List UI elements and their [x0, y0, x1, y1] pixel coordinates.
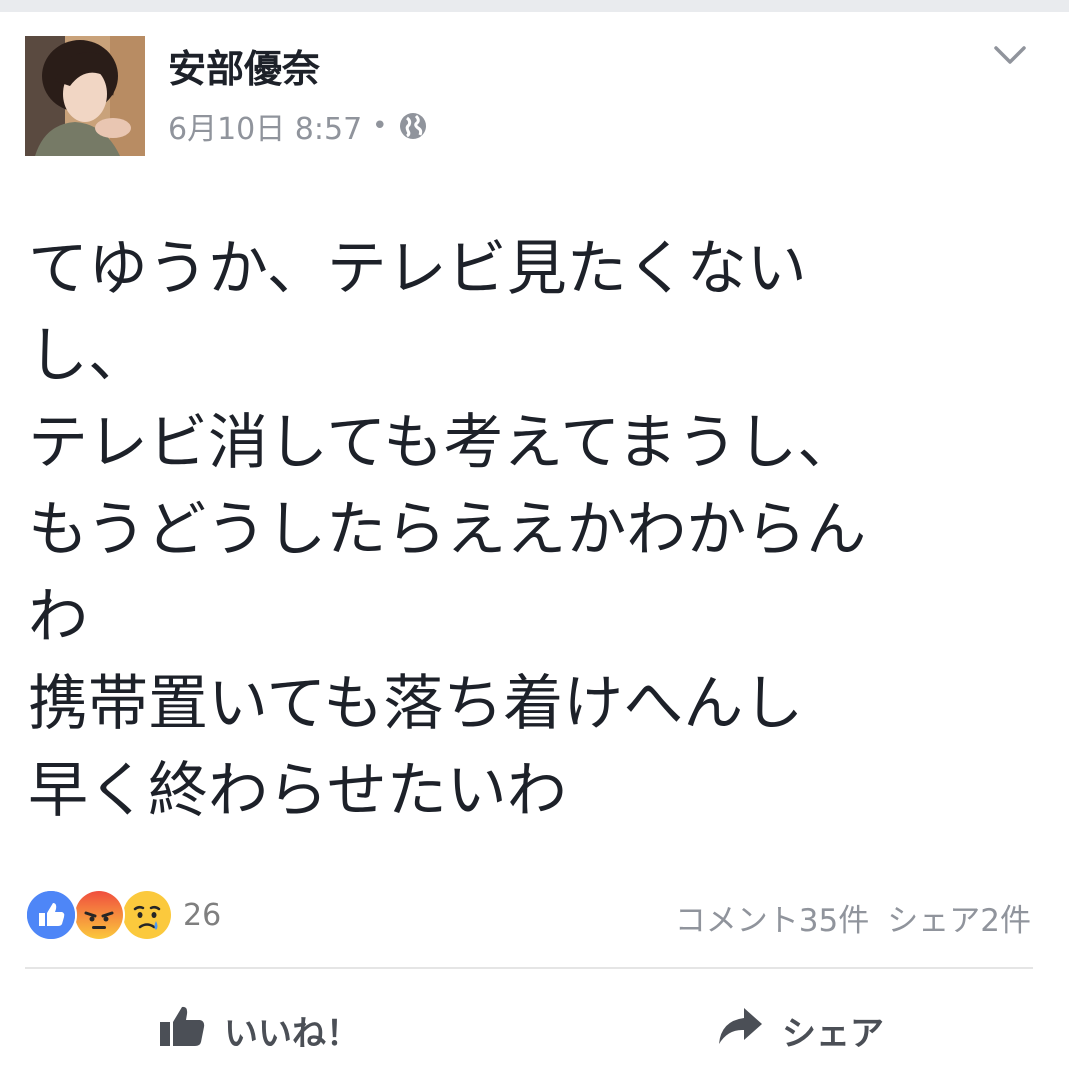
avatar[interactable] [25, 36, 145, 156]
divider [25, 967, 1033, 969]
sad-icon [121, 889, 173, 941]
reactions-summary[interactable]: 26 [25, 888, 221, 942]
like-button-label: いいね！ [224, 1013, 360, 1054]
top-border [0, 0, 1069, 12]
share-button[interactable]: シェア [716, 1000, 884, 1060]
meta-separator: • [372, 111, 388, 141]
like-button[interactable]: いいね！ [158, 1000, 360, 1060]
share-arrow-icon [716, 1006, 782, 1055]
chevron-down-icon[interactable] [990, 40, 1030, 70]
post-timestamp[interactable]: 6月10日 8:57 [168, 104, 362, 148]
thumbs-up-icon [158, 1004, 224, 1057]
comment-count[interactable]: コメント35件 [675, 895, 869, 940]
reaction-count: 26 [183, 897, 222, 933]
author-name[interactable]: 安部優奈 [168, 44, 320, 94]
post-meta: 6月10日 8:57 • [168, 104, 428, 148]
globe-icon [398, 111, 428, 141]
angry-icon [73, 889, 125, 941]
post-stats: コメント35件 シェア2件 [675, 892, 1031, 942]
share-button-label: シェア [782, 1013, 884, 1054]
post-text: てゆうか、テレビ見たくない し、 テレビ消しても考えてまうし、 もうどうしたらえ… [28, 234, 867, 826]
like-icon [25, 889, 77, 941]
share-count[interactable]: シェア2件 [887, 895, 1031, 940]
